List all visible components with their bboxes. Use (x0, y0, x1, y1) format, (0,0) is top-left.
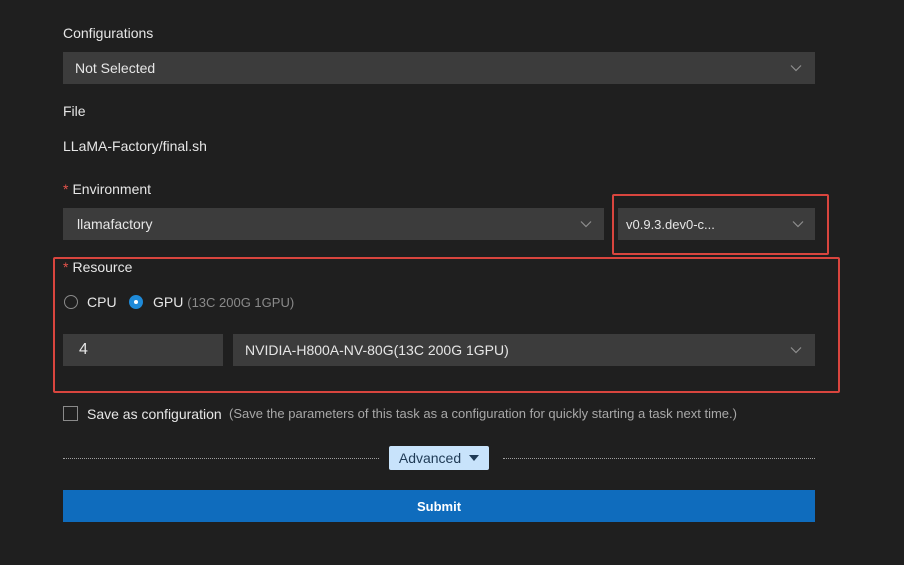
chevron-down-icon (790, 65, 802, 72)
environment-version-value: v0.9.3.dev0-c... (626, 216, 715, 232)
save-config-label[interactable]: Save as configuration (87, 405, 222, 423)
cpu-radio-label[interactable]: CPU (87, 293, 117, 311)
configurations-label: Configurations (63, 25, 154, 41)
resource-count-input[interactable]: 4 (63, 334, 223, 366)
chevron-down-icon (790, 347, 802, 354)
resource-count-value: 4 (79, 341, 88, 358)
save-config-hint: (Save the parameters of this task as a c… (229, 406, 737, 421)
file-label: File (63, 103, 86, 119)
required-mark: * (63, 181, 69, 197)
configurations-select[interactable]: Not Selected (63, 52, 815, 84)
environment-image-value: llamafactory (77, 216, 153, 232)
resource-label-text: Resource (72, 259, 133, 275)
advanced-toggle-button[interactable]: Advanced (389, 446, 489, 470)
environment-label: * Environment (63, 180, 151, 198)
gpu-radio[interactable] (129, 295, 143, 309)
cpu-radio[interactable] (64, 295, 78, 309)
resource-label: * Resource (63, 258, 132, 276)
environment-label-text: Environment (72, 181, 152, 197)
advanced-label: Advanced (398, 450, 462, 466)
resource-spec-value: NVIDIA-H800A-NV-80G(13C 200G 1GPU) (245, 342, 509, 358)
chevron-down-icon (792, 221, 804, 228)
caret-down-icon (469, 455, 480, 461)
required-mark: * (63, 259, 69, 275)
configurations-select-value: Not Selected (75, 60, 156, 76)
save-config-checkbox[interactable] (63, 406, 78, 421)
divider-right (503, 458, 815, 459)
task-form: Configurations Not Selected File LLaMA-F… (0, 0, 904, 565)
gpu-radio-label-group[interactable]: GPU (13C 200G 1GPU) (153, 293, 294, 312)
divider-left (63, 458, 379, 459)
environment-version-select[interactable]: v0.9.3.dev0-c... (618, 208, 815, 240)
environment-image-select[interactable]: llamafactory (63, 208, 604, 240)
submit-button[interactable]: Submit (63, 490, 815, 522)
chevron-down-icon (580, 221, 592, 228)
resource-highlight-box (53, 257, 840, 393)
file-path: LLaMA-Factory/final.sh (63, 138, 207, 154)
gpu-radio-label: GPU (153, 294, 184, 310)
resource-spec-select[interactable]: NVIDIA-H800A-NV-80G(13C 200G 1GPU) (233, 334, 815, 366)
gpu-spec-hint: (13C 200G 1GPU) (187, 295, 295, 310)
